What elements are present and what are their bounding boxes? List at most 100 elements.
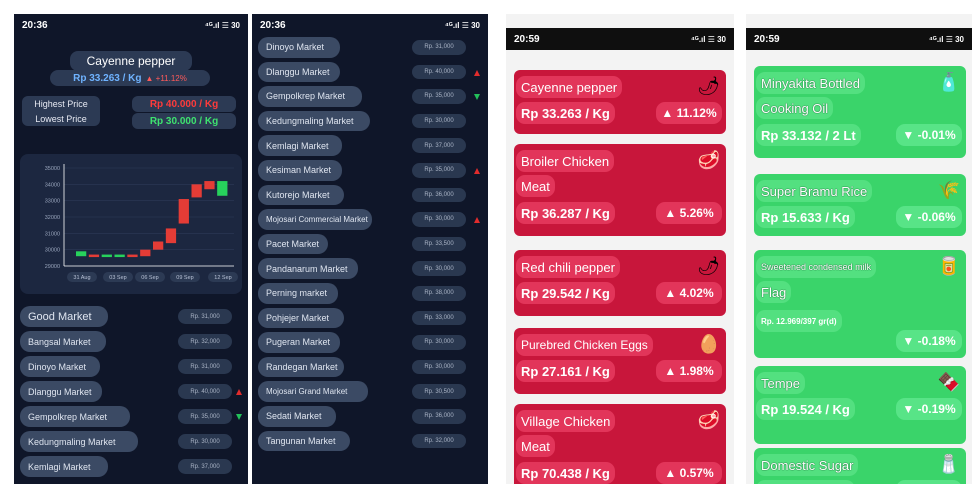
commodity-price: Rp. 12.969/397 gr(d): [756, 310, 842, 332]
egg-icon: 🥚: [697, 334, 720, 354]
commodity-card[interactable]: Sweetened condensed milk Flag Rp. 12.969/3…: [754, 250, 966, 358]
market-name[interactable]: Kemlagi Market: [20, 456, 108, 477]
market-name[interactable]: Good Market: [20, 306, 108, 327]
market-price: Rp. 32,000: [178, 334, 232, 349]
market-name[interactable]: Kemlagi Market: [258, 135, 342, 156]
market-name[interactable]: Gempolkrep Market: [20, 406, 130, 427]
candle: [178, 199, 189, 224]
commodity-price: Rp 33.263 / Kg: [516, 102, 615, 124]
x-tick-label: 03 Sep: [109, 275, 126, 281]
market-name[interactable]: Dinoyo Market: [20, 356, 100, 377]
status-icons: ⁴ᴳ.ıl ☰ 30: [204, 20, 240, 30]
market-name[interactable]: Mojosari Grand Market: [258, 381, 368, 402]
status-time: 20:36: [260, 19, 286, 31]
y-tick-label: 32000: [45, 215, 60, 221]
market-name[interactable]: Randegan Market: [258, 356, 344, 378]
market-price: Rp. 36,000: [412, 187, 466, 203]
trend-up-icon: [474, 168, 480, 174]
screen-price-detail: 20:36 ⁴ᴳ.ıl ☰ 30 Cayenne pepper Rp 33.26…: [14, 14, 248, 484]
market-price: Rp. 30,000: [412, 359, 466, 375]
trend-up-icon: [474, 217, 480, 224]
candle: [140, 249, 151, 257]
commodity-card[interactable]: Domestic Sugar Rp 16.403 / Kg ▼ -0.35% 🧂: [754, 448, 966, 484]
market-name[interactable]: Kutorejo Market: [258, 184, 344, 206]
market-price: Rp. 30,000: [412, 261, 466, 276]
price-change-badge: ▼ -0.06%: [896, 206, 962, 228]
market-name[interactable]: Gempolkrep Market: [258, 86, 362, 107]
market-name[interactable]: Dlanggu Market: [258, 61, 340, 83]
commodity-card[interactable]: Village Chicken Meat Rp 70.438 / Kg ▲ 0.57%…: [514, 404, 726, 484]
market-name[interactable]: Dinoyo Market: [258, 37, 340, 58]
commodity-card[interactable]: Broiler Chicken Meat Rp 36.287 / Kg ▲ 5.26%…: [514, 144, 726, 236]
status-time: 20:59: [514, 33, 540, 45]
market-name[interactable]: Kedungmaling Market: [258, 110, 370, 132]
commodity-card[interactable]: Cayenne pepper Rp 33.263 / Kg ▲ 11.12% 🌶: [514, 70, 726, 134]
commodity-name-line2: Meat: [516, 435, 555, 457]
lowest-price-value: Rp 30.000 / Kg: [132, 113, 236, 129]
status-time: 20:36: [22, 19, 48, 31]
price-chart: 35000 34000 33000 32000 31000 30000 29000 31 Au…: [20, 154, 242, 294]
market-name[interactable]: Tangunan Market: [258, 430, 350, 452]
price-change-badge: ▲ 4.02%: [656, 282, 722, 304]
meat-icon: 🥩: [697, 150, 720, 170]
market-name[interactable]: Pandanarum Market: [258, 258, 358, 279]
y-tick-label: 33000: [45, 199, 60, 205]
commodity-price: Rp 19.524 / Kg: [756, 398, 855, 420]
candle: [191, 184, 202, 198]
market-name[interactable]: Mojosari Commercial Market: [258, 209, 372, 230]
status-icons: ⁴ᴳ.ıl ☰ 30: [444, 20, 480, 30]
commodity-card[interactable]: Purebred Chicken Eggs Rp 27.161 / Kg ▲ 1.9…: [514, 328, 726, 394]
market-name[interactable]: Kedungmaling Market: [20, 431, 138, 452]
price-summary: Rp 33.263 / Kg ▲ +11.12%: [50, 70, 210, 86]
price-change-badge: ▼ -0.01%: [896, 124, 962, 146]
price-change-badge: ▲ 11.12%: [656, 102, 722, 124]
market-price: Rp. 40,000: [412, 64, 466, 80]
market-name[interactable]: Kesiman Market: [258, 160, 342, 181]
commodity-card[interactable]: Tempe Rp 19.524 / Kg ▼ -0.19% 🍫: [754, 366, 966, 444]
commodity-price: Rp 36.287 / Kg: [516, 202, 615, 224]
x-tick-label: 31 Aug: [73, 275, 90, 281]
highest-price-value: Rp 40.000 / Kg: [132, 96, 236, 112]
status-icons: ⁴ᴳ.ıl ☰ 30: [690, 34, 726, 44]
commodity-name: Minyakita Bottled: [756, 72, 865, 94]
chili-icon: 🌶: [697, 76, 720, 96]
market-price: Rp. 32,000: [412, 433, 466, 449]
trend-up-icon: [474, 69, 480, 76]
commodity-card[interactable]: Super Bramu Rice Rp 15.633 / Kg ▼ -0.06% 🌾: [754, 174, 966, 236]
milk-can-icon: 🥫: [937, 256, 960, 276]
status-bar: 20:36 ⁴ᴳ.ıl ☰ 30: [14, 14, 248, 36]
market-price: Rp. 31,000: [178, 309, 232, 324]
commodity-title: Cayenne pepper: [70, 51, 192, 71]
status-bar: 20:59 ⁴ᴳ.ıl ☰ 30: [746, 28, 972, 50]
screen-price-decrease: 20:59 ⁴ᴳ.ıl ☰ 30 Minyakita Bottled Cookin…: [746, 14, 972, 484]
market-price: Rp. 30,500: [412, 384, 466, 399]
candle: [204, 181, 215, 190]
market-name[interactable]: Perning market: [258, 283, 338, 304]
commodity-price: Rp 29.542 / Kg: [516, 282, 615, 304]
market-price: Rp. 37,000: [412, 138, 466, 153]
x-tick-label: 09 Sep: [176, 275, 193, 281]
lowest-price-label: Lowest Price: [22, 111, 100, 126]
y-tick-label: 34000: [45, 182, 60, 188]
sugar-icon: 🧂: [937, 454, 960, 474]
market-name[interactable]: Pohjejer Market: [258, 307, 344, 329]
market-price: Rp. 31,000: [412, 40, 466, 55]
market-name[interactable]: Bangsal Market: [20, 331, 106, 352]
screen-market-list: 20:36 ⁴ᴳ.ıl ☰ 30 Dinoyo Market Rp. 31,000…: [252, 14, 488, 484]
market-name[interactable]: Pugeran Market: [258, 332, 340, 353]
market-name[interactable]: Pacet Market: [258, 233, 328, 255]
commodity-name: Tempe: [756, 372, 806, 394]
market-price: Rp. 30,000: [412, 212, 466, 227]
chili-icon: 🌶: [697, 256, 720, 276]
commodity-name: Sweetened condensed milk: [756, 256, 877, 278]
candle: [153, 241, 164, 250]
commodity-card[interactable]: Red chili pepper Rp 29.542 / Kg ▲ 4.02% 🌶: [514, 250, 726, 316]
current-price: Rp 33.263 / Kg: [73, 72, 142, 84]
market-name[interactable]: Dlanggu Market: [20, 381, 102, 402]
market-name[interactable]: Sedati Market: [258, 406, 336, 427]
trend-up-icon: [236, 389, 242, 395]
commodity-name: Super Bramu Rice: [756, 180, 873, 202]
commodity-name: Cayenne pepper: [516, 76, 623, 98]
market-price: Rp. 30,000: [412, 335, 466, 350]
commodity-card[interactable]: Minyakita Bottled Cooking Oil Rp 33.132 / …: [754, 66, 966, 158]
